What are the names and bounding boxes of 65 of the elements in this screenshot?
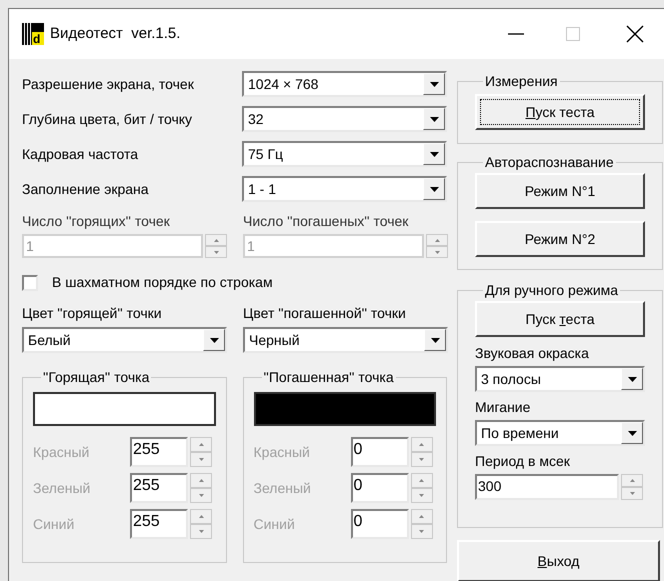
field-label: Заполнение экрана bbox=[22, 180, 150, 199]
dropdown[interactable]: Белый bbox=[22, 327, 227, 353]
caret-icon bbox=[628, 430, 636, 436]
spin-buttons[interactable] bbox=[410, 509, 432, 539]
spin-buttons[interactable] bbox=[410, 473, 432, 503]
group-title: Для ручного режима bbox=[484, 281, 620, 300]
caret-icon bbox=[430, 186, 438, 192]
dropdown[interactable]: 3 полосы bbox=[475, 366, 645, 392]
field-label: Цвет ''погашенной'' точки bbox=[243, 304, 407, 323]
field-label: Период в мсек bbox=[475, 452, 571, 471]
dropdown-arrow-button[interactable] bbox=[621, 368, 643, 390]
dropdown[interactable]: Черный bbox=[243, 327, 448, 353]
channel-label: Красный bbox=[33, 442, 90, 462]
caret-icon bbox=[430, 82, 438, 86]
push-button[interactable]: Выход bbox=[457, 540, 660, 581]
checkbox-label: В шахматном порядке по строкам bbox=[52, 273, 273, 292]
channel-label: Синий bbox=[254, 514, 296, 534]
dropdown-arrow-button[interactable] bbox=[423, 108, 445, 130]
group-title: Измерения bbox=[484, 72, 559, 91]
dropdown-arrow-button[interactable] bbox=[423, 178, 445, 200]
channel-label: Зеленый bbox=[254, 478, 312, 498]
caret-icon bbox=[628, 376, 636, 382]
dropdown-arrow-button[interactable] bbox=[424, 329, 446, 351]
spin-buttons[interactable] bbox=[410, 437, 432, 467]
spin-buttons[interactable] bbox=[426, 234, 448, 258]
field-label: Звуковая окраска bbox=[475, 344, 590, 363]
channel-label: Красный bbox=[254, 442, 311, 462]
field-label: Число ''погашеных'' точек bbox=[243, 212, 410, 231]
group-title: Автораспознавание bbox=[484, 153, 615, 172]
spin-buttons[interactable] bbox=[190, 437, 212, 467]
field-label: Кадровая частота bbox=[22, 144, 140, 164]
caret-icon bbox=[210, 338, 218, 342]
group-title: ''Погашенная'' точка bbox=[262, 368, 395, 387]
caret-icon bbox=[430, 338, 440, 342]
dropdown-arrow-button[interactable] bbox=[621, 422, 643, 444]
push-button[interactable]: Пуск теста bbox=[475, 301, 645, 337]
spin-buttons[interactable] bbox=[205, 234, 227, 258]
window-title: Видеотест ver.1.5. bbox=[50, 24, 180, 44]
dropdown[interactable]: 1 - 1 bbox=[242, 176, 447, 202]
dropdown[interactable]: 32 bbox=[242, 106, 447, 132]
spin-buttons[interactable] bbox=[190, 509, 212, 539]
push-button[interactable]: Режим N°2 bbox=[475, 221, 645, 257]
checkbox[interactable] bbox=[22, 274, 38, 290]
field-label: Мигание bbox=[475, 398, 532, 417]
group-title: ''Горящая'' точка bbox=[42, 368, 150, 387]
caret-icon bbox=[430, 152, 438, 156]
spin-buttons[interactable] bbox=[190, 473, 212, 503]
number-field[interactable]: 300 bbox=[475, 474, 619, 500]
dropdown-arrow-button[interactable] bbox=[423, 73, 445, 95]
dropdown[interactable]: По времени bbox=[475, 420, 645, 446]
dropdown-arrow-button[interactable] bbox=[423, 143, 445, 165]
dropdown[interactable]: 1024 × 768 bbox=[242, 71, 447, 97]
push-button[interactable]: Пуск теста bbox=[475, 94, 645, 130]
dropdown[interactable]: 75 Гц bbox=[242, 141, 447, 167]
field-label: Разрешение экрана, точек bbox=[22, 74, 195, 94]
field-label: Цвет ''горящей'' точки bbox=[22, 304, 163, 323]
field-label: Глубина цвета, бит / точку bbox=[22, 110, 194, 129]
spin-buttons[interactable] bbox=[621, 474, 643, 500]
dropdown-arrow-button[interactable] bbox=[203, 329, 225, 351]
push-button[interactable]: Режим N°1 bbox=[475, 173, 645, 209]
close-icon[interactable] bbox=[626, 25, 644, 43]
channel-label: Синий bbox=[33, 514, 76, 534]
caret-icon bbox=[430, 116, 438, 122]
channel-label: Зеленый bbox=[33, 478, 92, 498]
field-label: Число ''горящих'' точек bbox=[22, 212, 171, 231]
